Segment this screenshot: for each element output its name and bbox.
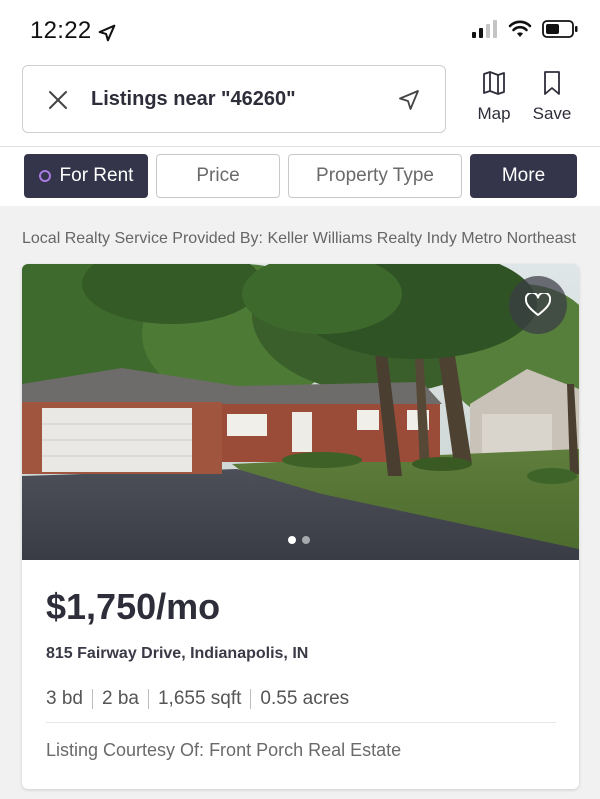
listing-facts: 3 bd 2 ba 1,655 sqft 0.55 acres [46,688,349,710]
fact-separator [147,689,149,709]
fact-separator [250,689,252,709]
photo-dot-active [288,536,296,544]
photo-dot [302,536,310,544]
navigation-icon[interactable] [397,88,421,112]
listing-card[interactable]: $1,750/mo 815 Fairway Drive, Indianapoli… [22,264,579,789]
wifi-icon [508,20,532,37]
fact-separator [91,689,93,709]
status-indicators [472,20,578,38]
location-arrow-icon [98,24,116,42]
filter-price[interactable]: Price [156,154,280,198]
favorite-button[interactable] [509,276,567,334]
provider-note: Local Realty Service Provided By: Keller… [22,230,576,247]
listing-sqft: 1,655 sqft [157,688,242,709]
rent-status-dot [38,170,51,182]
listing-courtesy: Listing Courtesy Of: Front Porch Real Es… [46,740,402,760]
status-time: 12:22 [30,17,92,44]
listing-baths: 2 ba [101,688,139,709]
card-divider [46,722,556,723]
filter-property-type-label: Property Type [316,165,434,186]
filter-more-label: More [501,165,546,186]
save-button[interactable]: Save [522,70,582,130]
map-label: Map [477,104,511,123]
filter-more[interactable]: More [470,154,577,198]
bookmark-icon [544,71,560,95]
listing-address: 815 Fairway Drive, Indianapolis, IN [46,645,309,662]
filter-property-type[interactable]: Property Type [288,154,462,198]
signal-icon [472,20,497,38]
status-bar: 12:22 [0,0,600,62]
battery-icon [542,20,578,38]
filter-for-rent-label: For Rent [59,165,134,186]
header-divider [0,146,600,147]
listing-price: $1,750/mo [46,586,221,627]
search-query[interactable]: Listings near "46260" [91,88,296,111]
search-box[interactable]: Listings near "46260" [22,65,446,133]
close-icon[interactable] [47,89,69,111]
filter-for-rent[interactable]: For Rent [24,154,148,198]
save-label: Save [532,104,572,123]
heart-icon [525,293,551,316]
listing-lot: 0.55 acres [260,688,350,709]
map-button[interactable]: Map [464,70,524,130]
listing-photo[interactable] [22,264,579,560]
filter-price-label: Price [196,165,240,186]
listing-beds: 3 bd [46,688,83,709]
map-icon [483,71,505,95]
photo-pagination [288,536,310,544]
